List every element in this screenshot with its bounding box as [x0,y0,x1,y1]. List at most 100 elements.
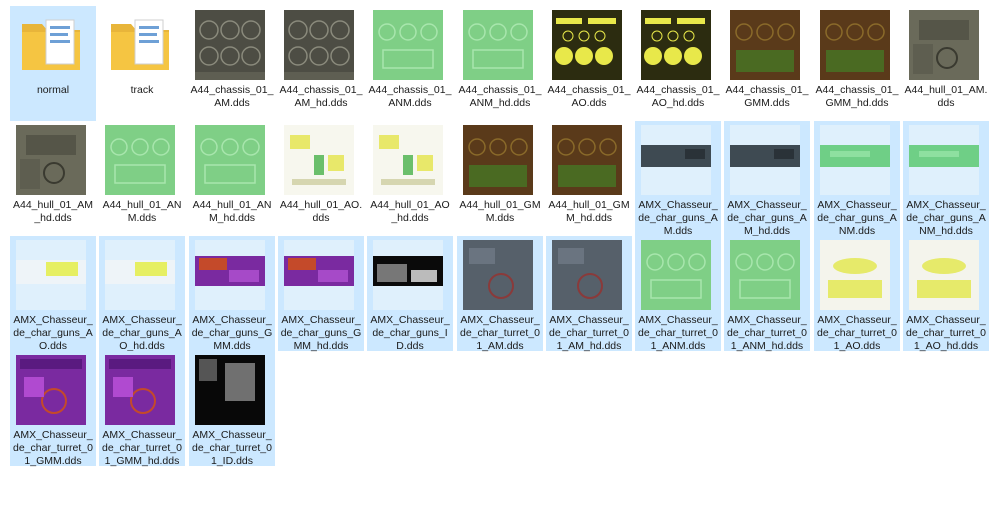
texture-thumbnail [284,10,354,80]
file-item[interactable]: A44_chassis_01_GMM.dds [724,6,810,121]
file-item[interactable]: A44_hull_01_ANM_hd.dds [189,121,275,236]
file-item[interactable]: AMX_Chasseur_de_char_turret_01_AM_hd.dds [546,236,632,352]
file-item[interactable]: AMX_Chasseur_de_char_guns_AO.dds [10,236,96,352]
texture-thumbnail [463,125,533,195]
file-name: A44_hull_01_AO_hd.dds [370,199,450,224]
folder-icon [105,10,175,80]
file-name: A44_chassis_01_AM.dds [190,84,274,109]
file-name: AMX_Chasseur_de_char_guns_AO.dds [13,314,93,352]
file-name: AMX_Chasseur_de_char_turret_01_AO_hd.dds [906,314,986,352]
file-item[interactable]: AMX_Chasseur_de_char_guns_GMM_hd.dds [278,236,364,352]
file-name: AMX_Chasseur_de_char_turret_01_ANM_hd.dd… [727,314,807,352]
texture-thumbnail [909,125,979,195]
file-name: AMX_Chasseur_de_char_guns_AM_hd.dds [727,199,807,237]
folder-item[interactable]: track [99,6,185,121]
file-item[interactable]: AMX_Chasseur_de_char_guns_GMM.dds [189,236,275,352]
file-item[interactable]: A44_chassis_01_AO.dds [546,6,632,121]
file-name: A44_hull_01_AM_hd.dds [13,199,93,224]
file-name: A44_chassis_01_ANM_hd.dds [458,84,542,109]
file-item[interactable]: AMX_Chasseur_de_char_turret_01_GMM_hd.dd… [99,351,185,467]
texture-thumbnail [909,240,979,310]
file-name: A44_chassis_01_AO_hd.dds [636,84,720,109]
file-item[interactable]: A44_chassis_01_ANM.dds [367,6,453,121]
texture-thumbnail [552,10,622,80]
file-name: track [130,84,154,96]
file-name: A44_hull_01_AM.dds [904,84,988,109]
texture-thumbnail [730,240,800,310]
file-item[interactable]: AMX_Chasseur_de_char_turret_01_GMM.dds [10,351,96,467]
file-name: A44_hull_01_GMM.dds [459,199,541,224]
texture-thumbnail [641,125,711,195]
texture-thumbnail [463,10,533,80]
file-name: A44_chassis_01_AM_hd.dds [279,84,363,109]
texture-thumbnail [16,240,86,310]
texture-thumbnail [909,10,979,80]
file-item[interactable]: AMX_Chasseur_de_char_guns_ID.dds [367,236,453,352]
texture-thumbnail [552,240,622,310]
texture-thumbnail [820,125,890,195]
texture-thumbnail [552,125,622,195]
file-name: A44_hull_01_AO.dds [279,199,363,224]
file-item[interactable]: AMX_Chasseur_de_char_turret_01_AM.dds [457,236,543,352]
file-name: AMX_Chasseur_de_char_guns_GMM_hd.dds [280,314,362,352]
file-name: A44_chassis_01_AO.dds [547,84,631,109]
texture-thumbnail [730,125,800,195]
file-item[interactable]: A44_hull_01_AO_hd.dds [367,121,453,236]
file-item[interactable]: A44_chassis_01_ANM_hd.dds [457,6,543,121]
file-item[interactable]: A44_hull_01_AM.dds [903,6,989,121]
file-name: AMX_Chasseur_de_char_guns_AM.dds [638,199,718,237]
texture-thumbnail [641,10,711,80]
file-item[interactable]: A44_chassis_01_AO_hd.dds [635,6,721,121]
file-name: AMX_Chasseur_de_char_turret_01_AM_hd.dds [549,314,629,352]
file-item[interactable]: A44_hull_01_ANM.dds [99,121,185,236]
texture-thumbnail [373,125,443,195]
file-item[interactable]: AMX_Chasseur_de_char_turret_01_AO.dds [814,236,900,352]
file-name: A44_hull_01_ANM_hd.dds [192,199,272,224]
texture-thumbnail [284,125,354,195]
file-item[interactable]: A44_chassis_01_AM_hd.dds [278,6,364,121]
file-item[interactable]: A44_hull_01_GMM.dds [457,121,543,236]
file-item[interactable]: AMX_Chasseur_de_char_turret_01_AO_hd.dds [903,236,989,352]
file-name: A44_hull_01_GMM_hd.dds [548,199,630,224]
file-item[interactable]: AMX_Chasseur_de_char_guns_ANM.dds [814,121,900,237]
file-name: normal [36,84,70,96]
folder-item[interactable]: normal [10,6,96,121]
file-name: AMX_Chasseur_de_char_guns_ANM.dds [817,199,897,237]
file-name: AMX_Chasseur_de_char_turret_01_ANM.dds [638,314,718,352]
texture-thumbnail [463,240,533,310]
texture-thumbnail [641,240,711,310]
file-name: A44_chassis_01_GMM_hd.dds [815,84,899,109]
texture-thumbnail [195,240,265,310]
file-name: A44_chassis_01_ANM.dds [368,84,452,109]
file-name: A44_hull_01_ANM.dds [102,199,182,224]
file-item[interactable]: AMX_Chasseur_de_char_guns_AO_hd.dds [99,236,185,352]
file-item[interactable]: AMX_Chasseur_de_char_turret_01_ID.dds [189,351,275,467]
file-name: AMX_Chasseur_de_char_turret_01_AM.dds [460,314,540,352]
texture-thumbnail [373,240,443,310]
file-name: AMX_Chasseur_de_char_guns_ID.dds [370,314,450,352]
file-name: AMX_Chasseur_de_char_turret_01_GMM.dds [13,429,93,467]
texture-thumbnail [195,125,265,195]
file-name: AMX_Chasseur_de_char_turret_01_ID.dds [192,429,272,467]
file-item[interactable]: A44_chassis_01_AM.dds [189,6,275,121]
folder-icon [16,10,86,80]
texture-thumbnail [373,10,443,80]
file-name: AMX_Chasseur_de_char_guns_AO_hd.dds [102,314,182,352]
file-item[interactable]: AMX_Chasseur_de_char_guns_ANM_hd.dds [903,121,989,237]
texture-thumbnail [105,240,175,310]
file-item[interactable]: A44_hull_01_AO.dds [278,121,364,236]
file-name: AMX_Chasseur_de_char_guns_GMM.dds [191,314,273,352]
file-item[interactable]: A44_hull_01_AM_hd.dds [10,121,96,236]
file-item[interactable]: AMX_Chasseur_de_char_turret_01_ANM.dds [635,236,721,352]
file-item[interactable]: AMX_Chasseur_de_char_turret_01_ANM_hd.dd… [724,236,810,352]
file-item[interactable]: A44_chassis_01_GMM_hd.dds [814,6,900,121]
file-name: AMX_Chasseur_de_char_turret_01_GMM_hd.dd… [102,429,182,467]
file-item[interactable]: AMX_Chasseur_de_char_guns_AM.dds [635,121,721,237]
file-item[interactable]: A44_hull_01_GMM_hd.dds [546,121,632,236]
file-name: AMX_Chasseur_de_char_guns_ANM_hd.dds [906,199,986,237]
texture-thumbnail [105,355,175,425]
texture-thumbnail [16,125,86,195]
file-name: AMX_Chasseur_de_char_turret_01_AO.dds [817,314,897,352]
texture-thumbnail [820,240,890,310]
file-item[interactable]: AMX_Chasseur_de_char_guns_AM_hd.dds [724,121,810,237]
